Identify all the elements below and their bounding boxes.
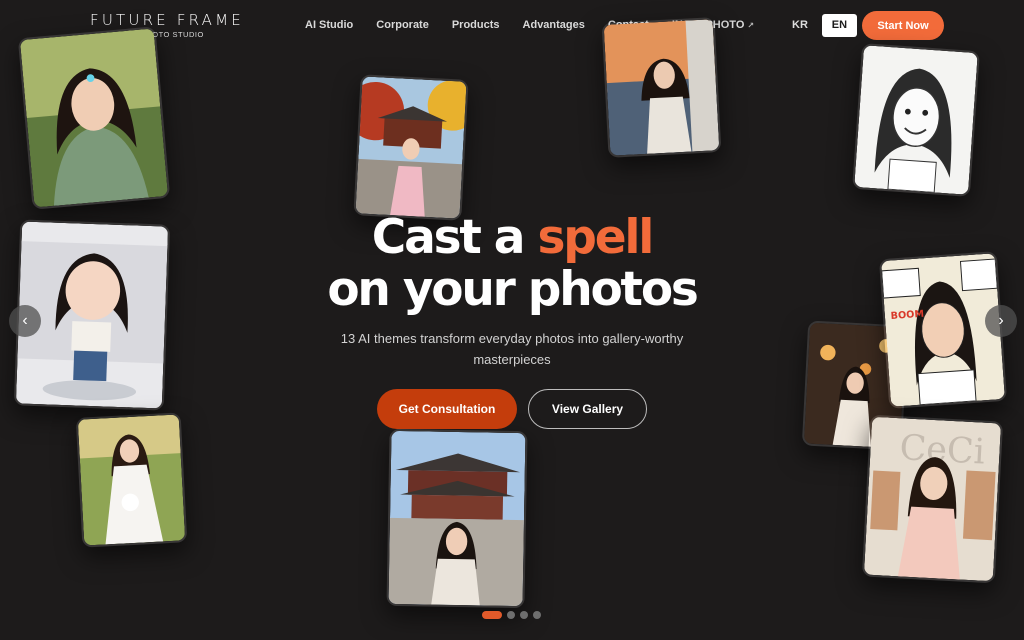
get-consultation-button[interactable]: Get Consultation (377, 389, 517, 429)
hero-headline-line2: on your photos (327, 262, 699, 317)
hero-headline-line1: Cast a spell (312, 212, 712, 264)
carousel-dot-4[interactable] (533, 611, 541, 619)
lang-kr[interactable]: KR (784, 14, 816, 37)
nav-advantages[interactable]: Advantages (523, 19, 585, 31)
hanbok-palace-photo (353, 74, 469, 221)
cartoon-sketch-photo (852, 43, 980, 197)
magazine-cover-photo: CeCi (861, 414, 1004, 584)
hero-description: 13 AI themes transform everyday photos i… (340, 331, 684, 367)
lang-en[interactable]: EN (821, 14, 857, 37)
nav-products[interactable]: Products (452, 19, 500, 31)
hero-headline-accent: spell (537, 210, 654, 265)
carousel-pagination (482, 611, 541, 619)
view-gallery-button[interactable]: View Gallery (528, 389, 647, 429)
external-link-icon: ↗ (747, 20, 755, 30)
wedding-garden-photo (75, 412, 188, 548)
brand-title: FUTURE FRAME (90, 11, 244, 29)
hero-section: Cast a spell on your photos 13 AI themes… (312, 212, 712, 370)
carousel-dot-1[interactable] (482, 611, 502, 619)
svg-text:BOOM: BOOM (890, 309, 924, 322)
language-switcher: KR EN (784, 14, 857, 37)
hero-headline-prefix: Cast a (371, 210, 538, 265)
nav-corporate[interactable]: Corporate (376, 19, 429, 31)
carousel-dot-3[interactable] (520, 611, 528, 619)
palace-courtyard-photo (386, 428, 528, 609)
yacht-sunset-photo (601, 17, 722, 158)
chevron-left-icon[interactable]: ‹ (9, 305, 41, 337)
start-now-button[interactable]: Start Now (862, 11, 944, 40)
nav-ai-studio[interactable]: AI Studio (305, 19, 353, 31)
elf-fantasy-photo (17, 26, 171, 210)
chevron-right-icon[interactable]: › (985, 305, 1017, 337)
carousel-dot-2[interactable] (507, 611, 515, 619)
